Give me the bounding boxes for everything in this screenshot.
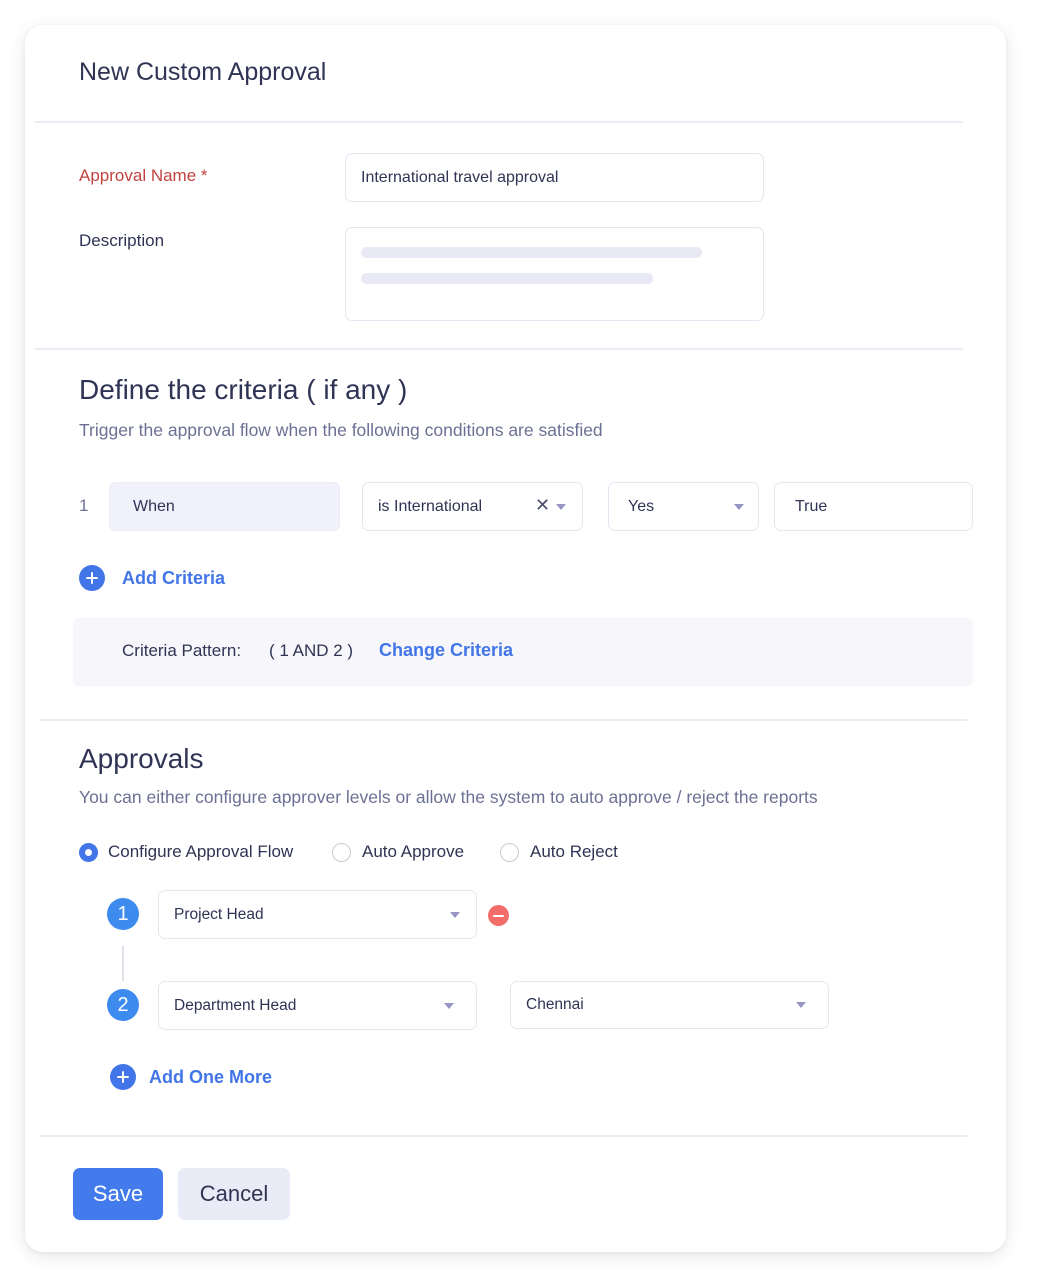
approval-name-value: International travel approval xyxy=(361,168,559,186)
step-badge-2: 2 xyxy=(107,989,139,1021)
approver-level-2-location-select[interactable]: Chennai xyxy=(510,981,829,1029)
criteria-condition-value: is International xyxy=(378,497,483,515)
description-textarea[interactable] xyxy=(345,227,764,321)
new-custom-approval-dialog: New Custom Approval Approval Name * Inte… xyxy=(25,25,1006,1252)
approver-level-2-select[interactable]: Department Head xyxy=(158,981,477,1030)
divider xyxy=(39,719,967,721)
divider xyxy=(39,1135,967,1137)
criteria-subtext: Trigger the approval flow when the follo… xyxy=(79,420,603,440)
approver-level-1-select[interactable]: Project Head xyxy=(158,890,477,939)
criteria-value: True xyxy=(795,497,828,515)
remove-level-icon[interactable] xyxy=(488,905,509,926)
step-badge-1: 1 xyxy=(107,898,139,930)
approval-name-input[interactable]: International travel approval xyxy=(345,153,764,202)
cancel-button[interactable]: Cancel xyxy=(178,1168,290,1220)
divider xyxy=(35,348,963,350)
criteria-value-input[interactable]: True xyxy=(774,482,973,531)
placeholder-line xyxy=(361,273,653,284)
plus-circle-icon xyxy=(110,1064,136,1090)
criteria-pattern-box: Criteria Pattern: ( 1 AND 2 ) Change Cri… xyxy=(73,618,973,686)
radio-label: Auto Reject xyxy=(530,842,618,861)
criteria-row-index: 1 xyxy=(79,496,89,515)
approver-level-2-location-value: Chennai xyxy=(526,996,584,1013)
dialog-title: New Custom Approval xyxy=(79,58,327,86)
chevron-down-icon xyxy=(734,504,744,510)
add-criteria-label: Add Criteria xyxy=(122,567,226,588)
step-connector xyxy=(122,946,124,981)
approval-name-label: Approval Name * xyxy=(79,166,208,185)
add-one-more-button[interactable]: Add One More xyxy=(110,1064,272,1090)
divider xyxy=(35,121,963,123)
add-one-more-label: Add One More xyxy=(149,1066,273,1087)
chevron-down-icon xyxy=(796,1002,806,1008)
criteria-field-select[interactable]: When xyxy=(109,482,340,531)
radio-unselected-icon xyxy=(500,843,519,862)
approvals-heading: Approvals xyxy=(79,743,204,774)
criteria-condition-select[interactable]: is International ✕ xyxy=(362,482,583,531)
criteria-pattern-value: ( 1 AND 2 ) xyxy=(269,641,354,660)
placeholder-line xyxy=(361,247,702,258)
criteria-field-value: When xyxy=(133,497,175,515)
change-criteria-link[interactable]: Change Criteria xyxy=(379,640,513,661)
chevron-down-icon xyxy=(444,1003,454,1009)
approvals-subtext: You can either configure approver levels… xyxy=(79,787,818,807)
description-label: Description xyxy=(79,231,165,250)
chevron-down-icon xyxy=(556,504,566,510)
radio-unselected-icon xyxy=(332,843,351,862)
criteria-pattern-label: Criteria Pattern: xyxy=(122,641,242,660)
approver-level-1-value: Project Head xyxy=(174,905,264,923)
criteria-operator-select[interactable]: Yes xyxy=(608,482,759,531)
radio-label: Auto Approve xyxy=(362,842,465,861)
clear-icon[interactable]: ✕ xyxy=(535,495,550,516)
criteria-heading: Define the criteria ( if any ) xyxy=(79,374,408,405)
radio-selected-icon xyxy=(79,843,98,862)
approver-level-2-value: Department Head xyxy=(174,996,297,1014)
chevron-down-icon xyxy=(450,912,460,918)
save-button[interactable]: Save xyxy=(73,1168,163,1220)
add-criteria-button[interactable]: Add Criteria xyxy=(79,565,225,591)
radio-label: Configure Approval Flow xyxy=(108,842,294,861)
criteria-operator-value: Yes xyxy=(628,497,655,515)
plus-circle-icon xyxy=(79,565,105,591)
